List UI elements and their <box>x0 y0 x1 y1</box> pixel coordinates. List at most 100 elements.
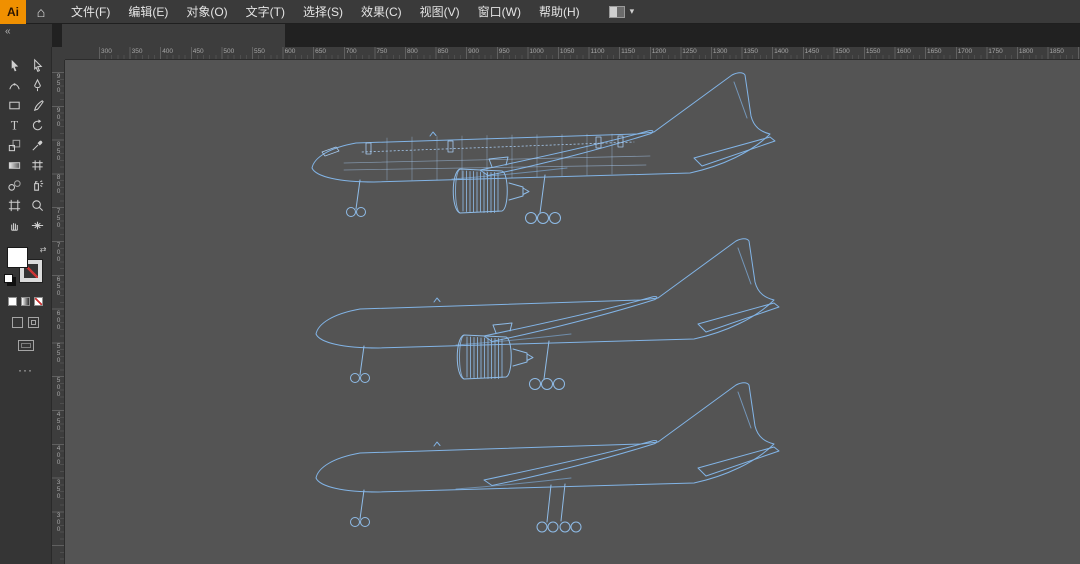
airplane-3-landing-gear <box>350 483 582 533</box>
rectangle-tool[interactable] <box>3 95 26 115</box>
airplane-wireframe-top[interactable] <box>302 70 792 245</box>
artboard-tool[interactable] <box>3 195 26 215</box>
ruler-label: 700 <box>345 48 357 55</box>
ruler-label: 900 <box>55 106 62 128</box>
pen-tool[interactable] <box>26 75 49 95</box>
paintbrush-tool[interactable] <box>26 95 49 115</box>
ruler-label: 600 <box>55 309 62 331</box>
ruler-label: 800 <box>55 174 62 196</box>
ruler-label: 550 <box>253 48 265 55</box>
ruler-label: 1400 <box>774 48 789 55</box>
swap-fill-stroke-icon[interactable]: ⇄ <box>40 245 47 254</box>
ruler-label: 650 <box>55 275 62 297</box>
symbol-sprayer-tool[interactable] <box>26 175 49 195</box>
ruler-label: 400 <box>162 48 174 55</box>
ruler-label: 400 <box>55 444 62 466</box>
menu-item[interactable]: 文字(T) <box>237 0 294 24</box>
ruler-label: 750 <box>376 48 388 55</box>
airplane-1-engine <box>452 156 530 214</box>
airplane-2-outline <box>315 238 780 349</box>
toolbar-collapse-button[interactable]: « <box>0 24 52 47</box>
ruler-label: 1250 <box>682 48 697 55</box>
mesh-tool[interactable] <box>26 155 49 175</box>
svg-text:T: T <box>10 118 18 132</box>
type-tool[interactable]: T <box>3 115 26 135</box>
ruler-label: 1500 <box>835 48 850 55</box>
change-screen-mode-icon[interactable] <box>17 340 34 351</box>
horizontal-ruler[interactable]: 300 350 400 450 500 550 600 650 700 750 800 850 900 9… <box>65 47 1080 60</box>
edit-toolbar-button[interactable]: ··· <box>18 363 33 377</box>
ruler-label: 300 <box>101 48 112 55</box>
menu-item[interactable]: 视图(V) <box>411 0 469 24</box>
selection-tool[interactable] <box>3 55 26 75</box>
ruler-label: 450 <box>192 48 204 55</box>
menu-item[interactable]: 编辑(E) <box>119 0 177 24</box>
airplane-1-outline <box>311 72 776 183</box>
ruler-label: 950 <box>55 73 62 94</box>
none-button[interactable] <box>34 297 43 306</box>
gradient-button[interactable] <box>21 297 30 306</box>
width-tool[interactable] <box>26 215 49 235</box>
draw-normal-icon[interactable] <box>12 317 23 328</box>
color-button[interactable] <box>8 297 17 306</box>
ruler-label: 600 <box>284 48 296 55</box>
workspace-icon <box>608 5 625 18</box>
tools-grid: T <box>3 55 49 235</box>
ruler-label: 1850 <box>1049 48 1064 55</box>
ruler-label: 950 <box>498 48 510 55</box>
ruler-label: 1150 <box>621 48 636 55</box>
ruler-label: 1450 <box>804 48 820 55</box>
ruler-label: 500 <box>223 48 235 55</box>
ruler-label: 1800 <box>1018 48 1034 55</box>
airplane-wireframe-bottom[interactable] <box>306 380 796 555</box>
ruler-label: 1100 <box>590 48 605 55</box>
draw-inside-icon[interactable] <box>28 317 39 328</box>
ruler-label: 1350 <box>743 48 758 55</box>
drawing-mode-buttons <box>12 317 39 328</box>
scale-tool[interactable] <box>3 135 26 155</box>
blend-tool[interactable] <box>3 175 26 195</box>
ruler-label: 1300 <box>712 48 728 55</box>
rotate-tool[interactable] <box>26 115 49 135</box>
fill-swatch-white[interactable] <box>6 247 28 268</box>
main-menu: 文件(F) 编辑(E) 对象(O) 文字(T) 选择(S) 效果(C) 视图(V) 窗口(W)… <box>62 0 589 24</box>
zoom-tool[interactable] <box>26 195 49 215</box>
ruler-label: 700 <box>55 241 62 263</box>
gradient-tool[interactable] <box>3 155 26 175</box>
airplane-3-outline <box>315 382 780 493</box>
ruler-label: 1750 <box>988 48 1003 55</box>
menu-item[interactable]: 窗口(W) <box>469 0 530 24</box>
airplane-2-engine <box>456 322 534 380</box>
menu-item[interactable]: 文件(F) <box>62 0 119 24</box>
chevron-down-icon: ▾ <box>629 6 635 16</box>
paint-style-buttons <box>8 297 43 306</box>
ruler-label: 800 <box>406 48 418 55</box>
eyedropper-tool[interactable] <box>26 135 49 155</box>
ruler-label: 500 <box>55 377 62 399</box>
ruler-label: 1650 <box>927 48 942 55</box>
ruler-label: 1050 <box>559 48 575 55</box>
ruler-label: 550 <box>55 343 62 365</box>
illustrator-logo[interactable]: Ai <box>0 0 26 24</box>
default-fill-stroke-icon[interactable] <box>3 274 13 283</box>
ruler-label: 1000 <box>529 48 544 55</box>
ruler-label: 1700 <box>957 48 973 55</box>
direct-selection-tool[interactable] <box>26 55 49 75</box>
home-icon[interactable]: ⌂ <box>26 0 56 24</box>
ruler-label: 650 <box>315 48 327 55</box>
artboard-canvas[interactable] <box>65 60 1080 564</box>
ruler-label: 850 <box>437 48 449 55</box>
menu-item[interactable]: 效果(C) <box>352 0 411 24</box>
hand-tool[interactable] <box>3 215 26 235</box>
menu-item[interactable]: 选择(S) <box>294 0 352 24</box>
ruler-label: 1550 <box>865 48 881 55</box>
document-tab[interactable] <box>62 24 285 47</box>
curvature-tool[interactable] <box>3 75 26 95</box>
airplane-1-details <box>321 133 651 181</box>
workspace-switcher[interactable]: ▾ <box>608 5 635 18</box>
ruler-label: 350 <box>55 478 62 500</box>
ruler-origin-corner[interactable] <box>52 47 65 60</box>
vertical-ruler[interactable]: 950 900 850 800 750 700 650 600 550 500 450 400 350 3… <box>52 60 65 564</box>
menu-item[interactable]: 对象(O) <box>177 0 236 24</box>
menu-item[interactable]: 帮助(H) <box>530 0 589 24</box>
